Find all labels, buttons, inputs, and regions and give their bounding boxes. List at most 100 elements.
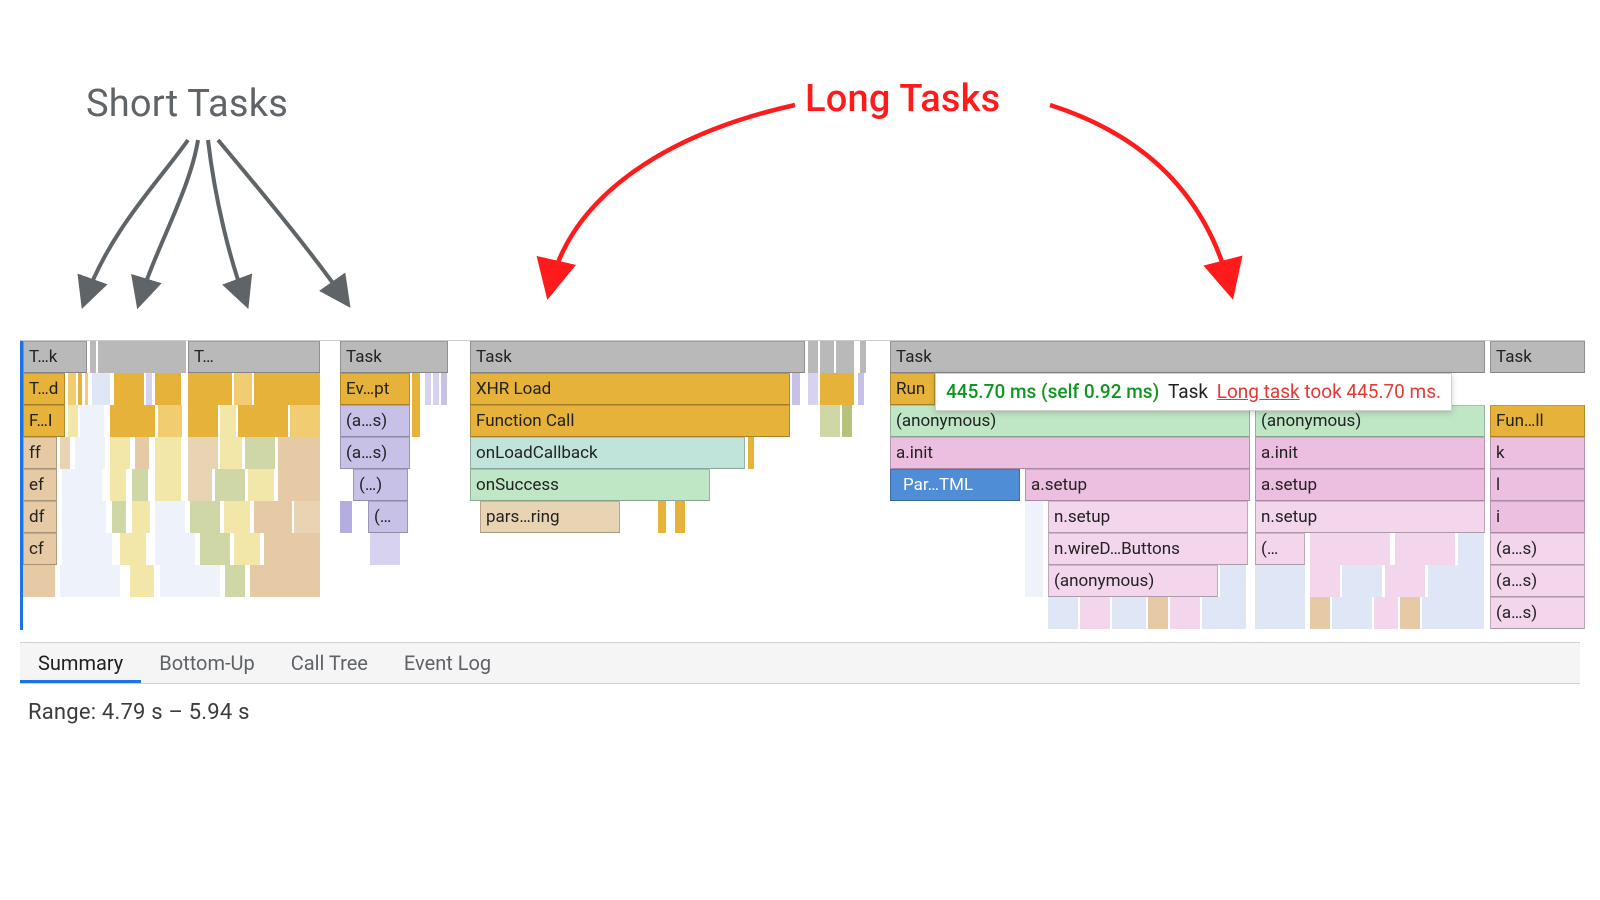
stack-frame[interactable]: n.setup [1048, 501, 1248, 533]
frame-sliver[interactable] [808, 373, 818, 405]
frame-sliver[interactable] [675, 501, 685, 533]
frame-sliver[interactable] [62, 533, 112, 565]
stack-frame[interactable]: Fun…ll [1490, 405, 1585, 437]
frame-sliver[interactable] [188, 469, 212, 501]
frame-sliver[interactable] [155, 373, 181, 405]
tooltip-long-task-link[interactable]: Long task [1217, 380, 1300, 403]
frame-sliver[interactable] [60, 437, 70, 469]
frame-sliver[interactable] [433, 373, 439, 405]
stack-frame[interactable]: l [1490, 469, 1585, 501]
task-block[interactable]: Task [890, 341, 1485, 373]
frame-sliver[interactable] [1428, 565, 1484, 597]
stack-frame[interactable]: (anonymous) [1048, 565, 1218, 597]
frame-sliver[interactable] [23, 565, 55, 597]
stack-frame[interactable]: ff [23, 437, 57, 469]
frame-sliver[interactable] [132, 469, 148, 501]
frame-sliver[interactable] [78, 373, 82, 405]
frame-sliver[interactable] [1374, 597, 1398, 629]
frame-sliver[interactable] [238, 405, 288, 437]
frame-sliver[interactable] [112, 501, 126, 533]
frame-sliver[interactable] [80, 405, 104, 437]
frame-sliver[interactable] [120, 533, 146, 565]
frame-sliver[interactable] [1310, 565, 1340, 597]
frame-sliver[interactable] [220, 405, 236, 437]
frame-sliver[interactable] [224, 501, 250, 533]
frame-sliver[interactable] [160, 565, 220, 597]
frame-sliver[interactable] [1395, 533, 1455, 565]
stack-frame[interactable]: T…d [23, 373, 65, 405]
frame-sliver[interactable] [245, 437, 275, 469]
stack-frame[interactable]: (a…s) [340, 405, 410, 437]
frame-sliver[interactable] [188, 373, 232, 405]
tab-summary[interactable]: Summary [20, 643, 141, 683]
frame-sliver[interactable] [1048, 597, 1078, 629]
task-sliver[interactable] [90, 341, 96, 373]
frame-sliver[interactable] [792, 373, 800, 405]
frame-sliver[interactable] [190, 501, 220, 533]
frame-sliver[interactable] [158, 405, 182, 437]
frame-sliver[interactable] [75, 437, 105, 469]
frame-sliver[interactable] [1422, 597, 1484, 629]
frame-sliver[interactable] [250, 565, 320, 597]
frame-sliver[interactable] [110, 405, 155, 437]
frame-sliver[interactable] [1310, 597, 1330, 629]
frame-sliver[interactable] [62, 501, 106, 533]
tab-event-log[interactable]: Event Log [386, 643, 509, 683]
stack-frame[interactable]: Run [890, 373, 935, 405]
frame-sliver[interactable] [441, 373, 447, 405]
task-block[interactable]: Task [470, 341, 805, 373]
task-sliver[interactable] [820, 341, 834, 373]
task-sliver[interactable] [860, 341, 866, 373]
stack-frame[interactable]: ef [23, 469, 57, 501]
stack-frame[interactable]: a.init [890, 437, 1250, 469]
frame-sliver[interactable] [146, 373, 152, 405]
stack-frame[interactable]: k [1490, 437, 1585, 469]
frame-sliver[interactable] [264, 533, 320, 565]
task-sliver[interactable] [808, 341, 818, 373]
stack-frame[interactable]: (a…s) [340, 437, 410, 469]
frame-sliver[interactable] [155, 469, 181, 501]
frame-sliver[interactable] [114, 373, 144, 405]
frame-sliver[interactable] [1220, 565, 1246, 597]
frame-sliver[interactable] [110, 437, 130, 469]
stack-frame[interactable]: i [1490, 501, 1585, 533]
frame-sliver[interactable] [658, 501, 666, 533]
frame-sliver[interactable] [1025, 533, 1043, 565]
stack-frame[interactable]: (…) [353, 469, 408, 501]
frame-sliver[interactable] [1310, 533, 1390, 565]
tab-call-tree[interactable]: Call Tree [273, 643, 386, 683]
frame-sliver[interactable] [200, 533, 230, 565]
task-sliver[interactable] [98, 341, 186, 373]
task-block[interactable]: Task [1490, 341, 1585, 373]
stack-frame[interactable]: a.setup [1025, 469, 1250, 501]
task-sliver[interactable] [836, 341, 854, 373]
frame-sliver[interactable] [188, 405, 218, 437]
frame-sliver[interactable] [254, 501, 292, 533]
frame-sliver[interactable] [132, 501, 150, 533]
frame-sliver[interactable] [1112, 597, 1146, 629]
frame-sliver[interactable] [1332, 597, 1372, 629]
frame-sliver[interactable] [220, 437, 242, 469]
stack-frame[interactable]: n.setup [1255, 501, 1485, 533]
frame-sliver[interactable] [110, 469, 126, 501]
stack-frame[interactable]: (… [1255, 533, 1305, 565]
stack-frame[interactable]: F…I [23, 405, 65, 437]
frame-sliver[interactable] [820, 405, 840, 437]
frame-sliver[interactable] [155, 437, 181, 469]
stack-frame[interactable]: df [23, 501, 57, 533]
stack-frame[interactable]: Function Call [470, 405, 790, 437]
frame-sliver[interactable] [1385, 565, 1425, 597]
stack-frame[interactable]: cf [23, 533, 57, 565]
frame-sliver[interactable] [1255, 597, 1305, 629]
stack-frame[interactable]: Ev…pt [340, 373, 410, 405]
frame-sliver[interactable] [858, 373, 864, 405]
frame-sliver[interactable] [340, 501, 352, 533]
frame-sliver[interactable] [188, 437, 218, 469]
frame-sliver[interactable] [425, 373, 431, 405]
stack-frame[interactable]: a.setup [1255, 469, 1485, 501]
task-block[interactable]: T…k [23, 341, 87, 373]
frame-sliver[interactable] [1202, 597, 1246, 629]
stack-frame[interactable]: pars…ring [480, 501, 620, 533]
frame-sliver[interactable] [92, 373, 110, 405]
stack-frame[interactable]: onLoadCallback [470, 437, 745, 469]
